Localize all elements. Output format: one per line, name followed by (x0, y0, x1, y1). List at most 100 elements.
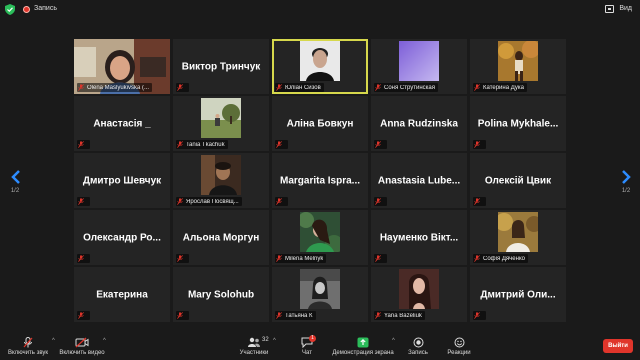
mic-muted-icon (78, 84, 84, 91)
mic-muted-icon (375, 198, 381, 205)
participant-name: Polina Mykhale... (477, 118, 559, 129)
participant-label (374, 254, 387, 263)
participant-tile[interactable]: Юліан Сизов (272, 39, 368, 94)
prev-page-button[interactable]: 1/2 (5, 170, 25, 194)
video-options-caret[interactable]: ^ (103, 338, 106, 344)
participant-tile[interactable]: Milena Melnyk (272, 210, 368, 265)
participant-tile[interactable]: Mary Solohub (173, 267, 269, 322)
participant-tile[interactable]: Екатерина (74, 267, 170, 322)
start-video-label: Включить видео (59, 350, 105, 356)
mic-muted-icon (474, 84, 480, 91)
participant-tile[interactable]: Polina Mykhale... (470, 96, 566, 151)
reactions-label: Реакции (447, 350, 471, 356)
chat-label: Чат (302, 350, 312, 356)
view-grid-icon[interactable] (605, 5, 614, 13)
participant-label-text: Olena Maslyukivska (... (87, 84, 150, 91)
participant-label (176, 311, 189, 320)
participants-icon (248, 337, 260, 347)
video-man-dark (201, 155, 241, 195)
participant-label-text: Yana Bazeliuk (384, 312, 422, 319)
participant-label-text: Софія Дяченко (483, 255, 525, 262)
participant-label (374, 140, 387, 149)
participant-name: Anna Rudzinska (380, 118, 458, 129)
participant-name: Дмитрий Оли... (480, 289, 556, 300)
participant-label (473, 197, 486, 206)
mic-muted-icon (276, 312, 282, 319)
participant-label: Татьяна К (275, 311, 316, 320)
participant-tile[interactable]: Катерина Дука (470, 39, 566, 94)
reactions-button[interactable]: Реакции (444, 337, 474, 356)
mic-muted-icon (474, 198, 480, 205)
participant-label (374, 197, 387, 206)
video-forest-girl (498, 212, 538, 252)
unmute-button[interactable]: Включить звук (4, 337, 52, 356)
participant-label (77, 254, 90, 263)
share-screen-icon (357, 337, 369, 348)
participant-tile[interactable]: Ярослав Посвящ... (173, 153, 269, 208)
video-green-girl (300, 212, 340, 252)
mic-muted-icon (276, 198, 282, 205)
mic-muted-icon (177, 255, 183, 262)
participant-label: Olena Maslyukivska (... (77, 83, 153, 92)
participant-label (77, 311, 90, 320)
participant-label: Юліан Сизов (275, 83, 324, 92)
leave-meeting-button[interactable]: Выйти (603, 339, 633, 353)
participant-tile[interactable]: Olena Maslyukivska (... (74, 39, 170, 94)
participant-label (473, 311, 486, 320)
participant-label-text: Юліан Сизов (285, 84, 321, 91)
mic-muted-icon (177, 198, 183, 205)
participant-label (77, 140, 90, 149)
participant-tile[interactable]: Anna Rudzinska (371, 96, 467, 151)
participant-tile[interactable]: Виктор Тринчук (173, 39, 269, 94)
participant-tile[interactable]: Anastasia Lube... (371, 153, 467, 208)
participant-tile[interactable]: Дмитро Шевчук (74, 153, 170, 208)
chat-unread-badge: 1 (309, 335, 316, 342)
participant-tile[interactable]: Аліна Бовкун (272, 96, 368, 151)
participant-label (176, 254, 189, 263)
share-options-caret[interactable]: ^ (392, 338, 395, 344)
participant-tile[interactable]: Альона Моргун (173, 210, 269, 265)
start-video-button[interactable]: Включить видео (56, 337, 108, 356)
mic-muted-icon (78, 198, 84, 205)
shield-check-icon[interactable] (5, 4, 15, 15)
participant-tile[interactable]: Науменко Вікт... (371, 210, 467, 265)
participant-tile[interactable]: Margarita Ispra... (272, 153, 368, 208)
next-page-button[interactable]: 1/2 (616, 170, 636, 194)
mic-muted-icon (78, 255, 84, 262)
participant-tile[interactable]: Олексій Цвик (470, 153, 566, 208)
record-icon (413, 337, 423, 348)
participants-label: Участники (239, 350, 269, 356)
chevron-left-icon (10, 170, 20, 184)
participant-name: Науменко Вікт... (379, 232, 459, 243)
participant-tile[interactable]: Yana Bazeliuk (371, 267, 467, 322)
participant-tile[interactable]: Tania Tkachuk (173, 96, 269, 151)
audio-options-caret[interactable]: ^ (52, 338, 55, 344)
participant-name: Mary Solohub (187, 289, 255, 300)
mic-muted-icon (375, 84, 381, 91)
view-button[interactable]: Вид (619, 5, 632, 12)
mic-muted-icon (177, 141, 183, 148)
participant-label: Yana Bazeliuk (374, 311, 425, 320)
participant-label: Ярослав Посвящ... (176, 197, 242, 206)
mic-muted-icon (375, 141, 381, 148)
share-screen-button[interactable]: Демонстрация экрана (330, 337, 396, 356)
participant-label: Milena Melnyk (275, 254, 327, 263)
chevron-right-icon (621, 170, 631, 184)
record-button[interactable]: Запись (404, 337, 432, 356)
reactions-smiley-icon (454, 337, 464, 348)
video-purple-gradient (399, 41, 439, 81)
participant-name: Екатерина (96, 289, 148, 300)
mic-muted-icon (177, 312, 183, 319)
participant-tile[interactable]: Татьяна К (272, 267, 368, 322)
participant-tile[interactable]: Соня Струтинская (371, 39, 467, 94)
participant-label-text: Tania Tkachuk (186, 141, 225, 148)
participant-tile[interactable]: Софія Дяченко (470, 210, 566, 265)
mic-muted-icon (78, 141, 84, 148)
participants-options-caret[interactable]: ^ (273, 338, 276, 344)
page-indicator-right: 1/2 (621, 188, 631, 194)
participant-tile[interactable]: Олександр Ро... (74, 210, 170, 265)
participant-tile[interactable]: Анастасія _ (74, 96, 170, 151)
participant-name: Виктор Тринчук (181, 61, 261, 72)
participant-tile[interactable]: Дмитрий Оли... (470, 267, 566, 322)
participant-name: Анастасія _ (93, 118, 151, 129)
